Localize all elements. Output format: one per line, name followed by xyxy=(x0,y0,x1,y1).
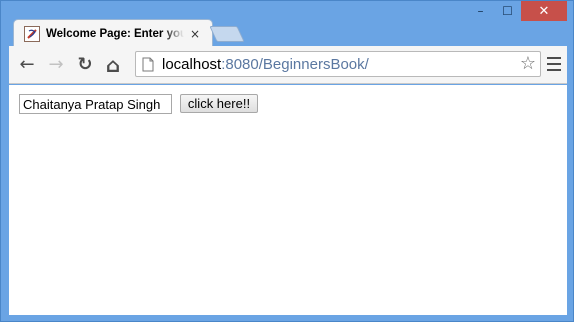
bookmark-star-icon[interactable]: ☆ xyxy=(520,55,536,73)
page-content: click here!! xyxy=(9,85,567,315)
address-bar[interactable]: localhost:8080/BeginnersBook/ ☆ xyxy=(135,51,541,77)
tab-welcome-page[interactable]: Welcome Page: Enter your × xyxy=(13,19,213,47)
minimize-button[interactable]: – xyxy=(467,1,494,21)
browser-toolbar: ← → ↻ ⌂ localhost:8080/BeginnersBook/ ☆ xyxy=(9,46,567,84)
tab-title: Welcome Page: Enter your xyxy=(46,27,184,40)
click-here-button[interactable]: click here!! xyxy=(180,94,258,113)
arrow-right-icon[interactable]: → xyxy=(46,55,66,75)
page-icon xyxy=(142,57,154,71)
tab-close-icon[interactable]: × xyxy=(190,27,200,41)
url-host: localhost xyxy=(162,55,222,73)
browser-window: – ☐ ✕ Welcome Page: Enter your × ← → ↻ ⌂… xyxy=(0,0,574,322)
close-window-button[interactable]: ✕ xyxy=(521,1,567,21)
arrow-left-icon[interactable]: ← xyxy=(17,55,37,75)
new-tab-button[interactable] xyxy=(209,26,245,42)
url-path: :8080/BeginnersBook/ xyxy=(221,55,369,73)
hamburger-menu-icon[interactable] xyxy=(547,57,561,71)
maximize-button[interactable]: ☐ xyxy=(494,1,521,21)
reload-icon[interactable]: ↻ xyxy=(75,55,95,75)
home-icon[interactable]: ⌂ xyxy=(103,55,123,75)
java-coffee-icon xyxy=(24,25,40,42)
name-input[interactable] xyxy=(19,94,172,114)
window-controls: – ☐ ✕ xyxy=(467,1,567,21)
url-text: localhost:8080/BeginnersBook/ xyxy=(162,56,369,73)
